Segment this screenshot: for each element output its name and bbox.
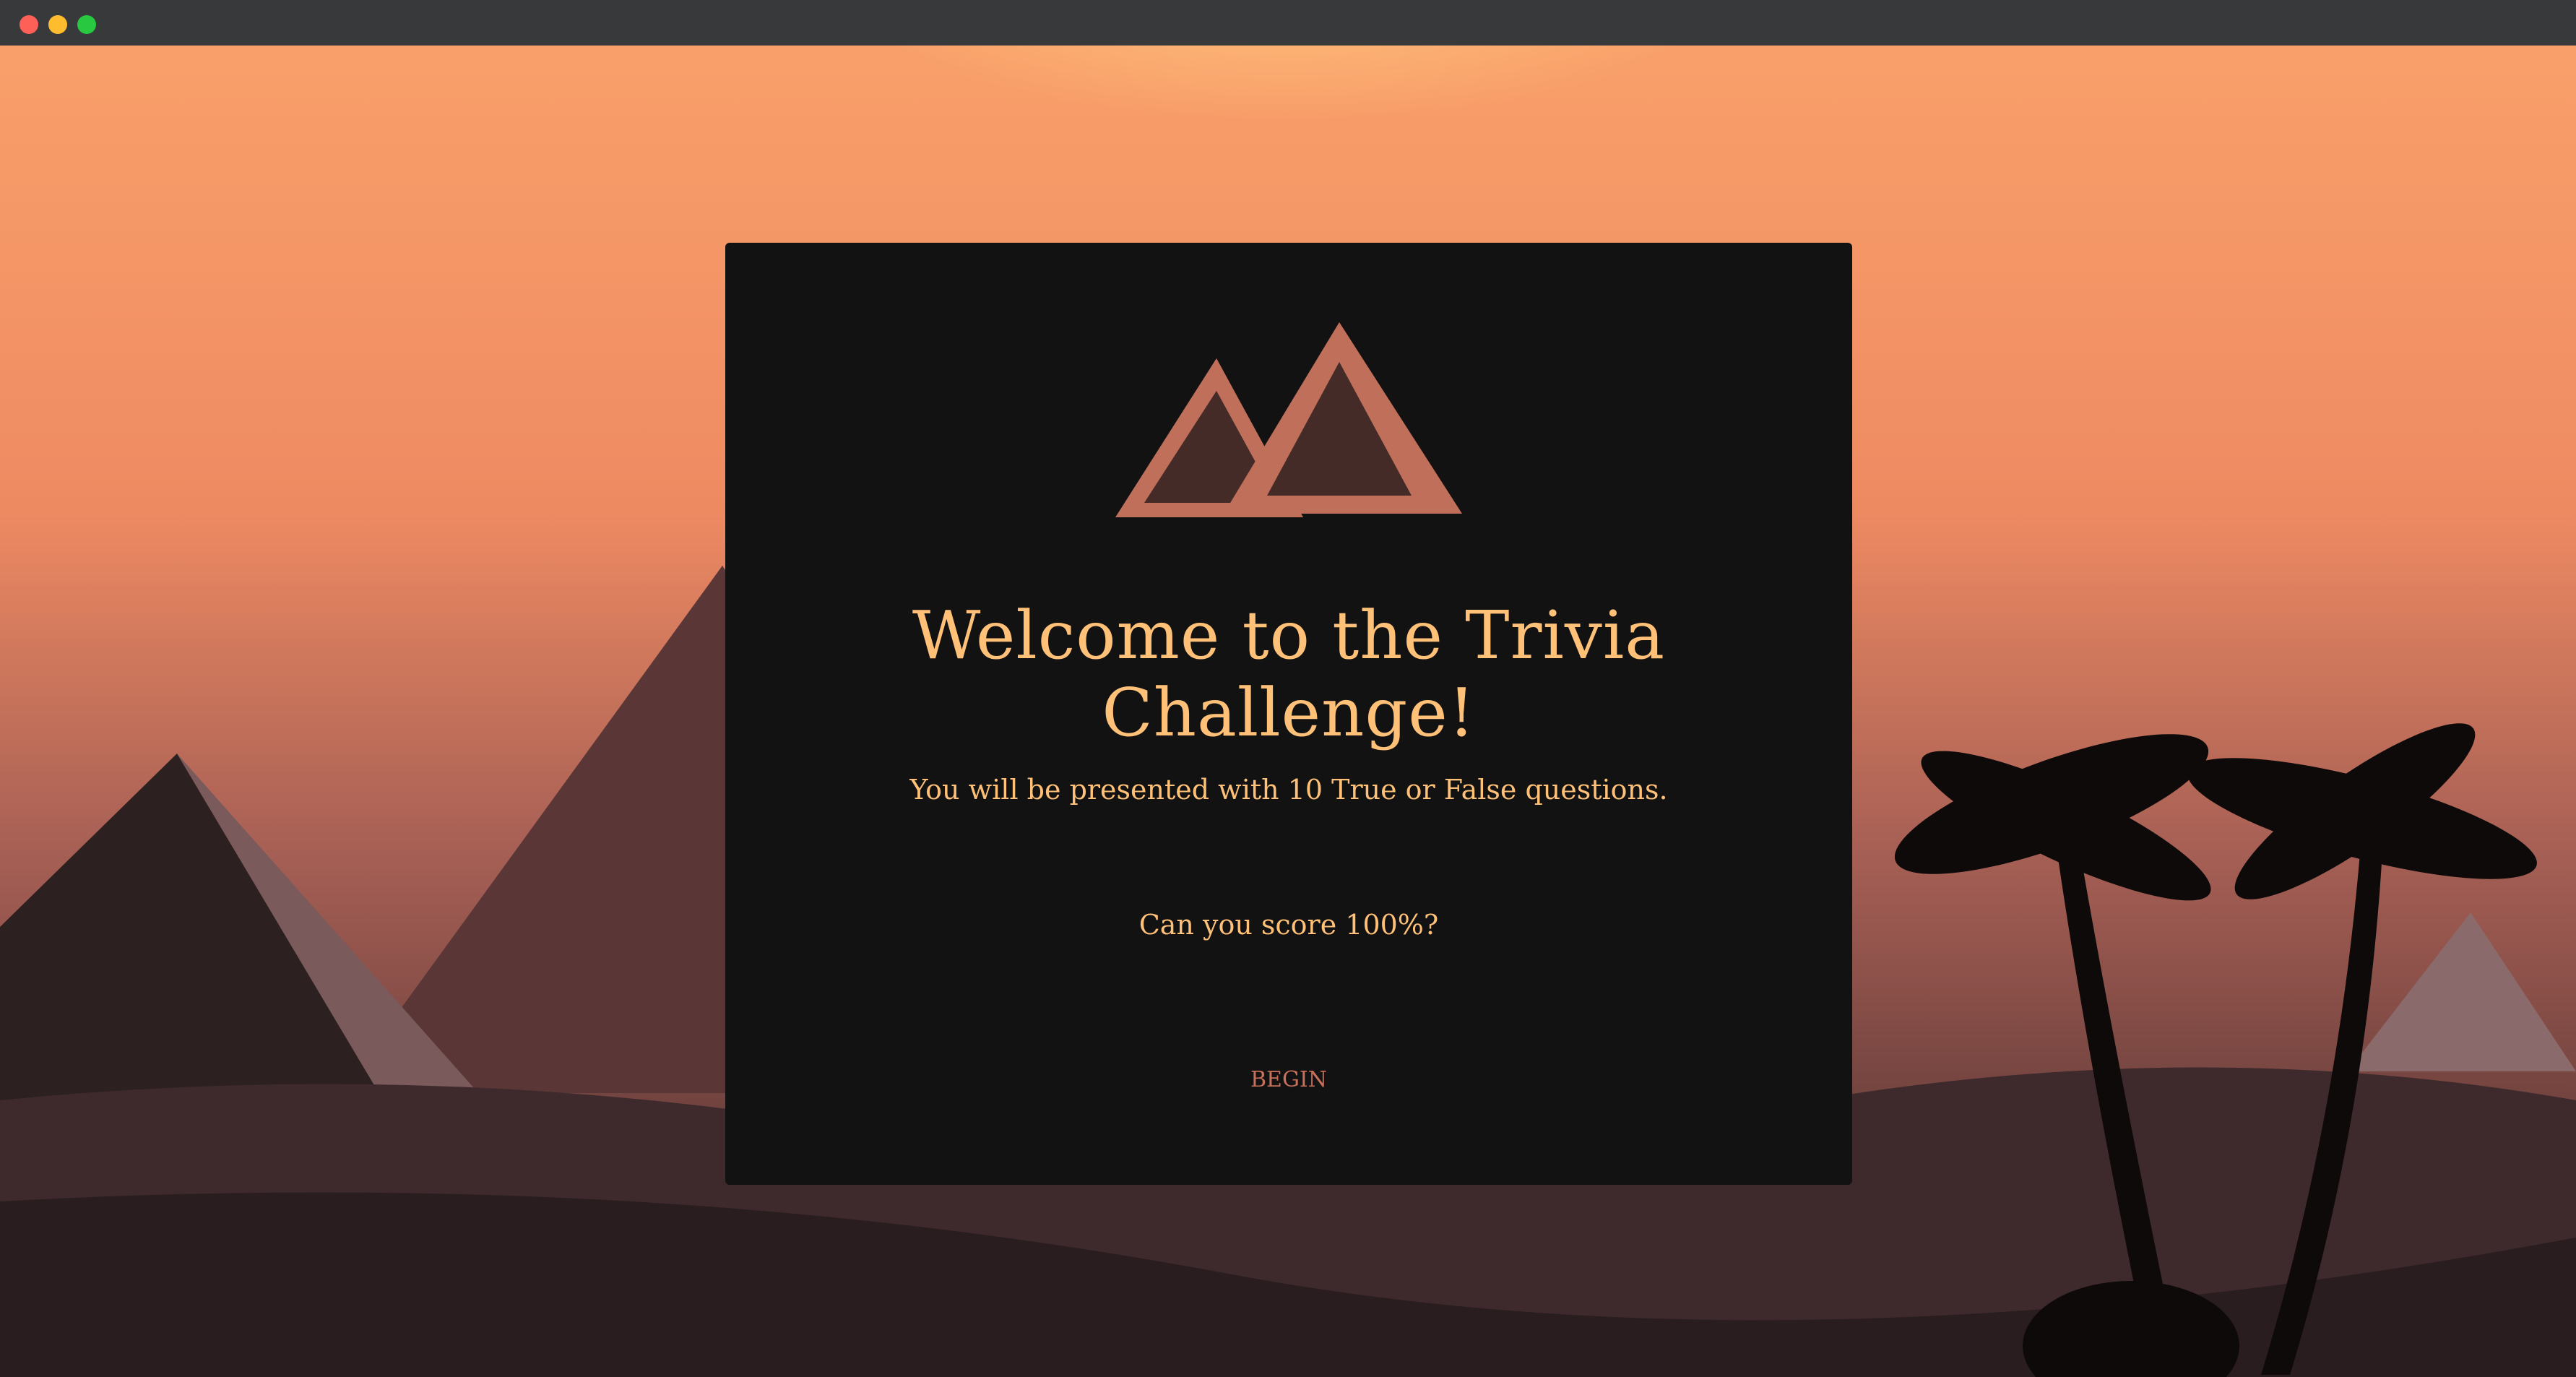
maximize-window-button[interactable] bbox=[77, 15, 96, 34]
challenge-text: Can you score 100%? bbox=[1138, 909, 1439, 941]
window-titlebar bbox=[0, 0, 2576, 46]
page-title: Welcome to the Trivia Challenge! bbox=[912, 597, 1666, 751]
begin-button[interactable]: BEGIN bbox=[1242, 1063, 1336, 1097]
welcome-card: Welcome to the Trivia Challenge! You wil… bbox=[725, 243, 1852, 1185]
description-text: You will be presented with 10 True or Fa… bbox=[909, 774, 1668, 806]
pyramids-logo-icon bbox=[1115, 322, 1462, 517]
minimize-window-button[interactable] bbox=[48, 15, 67, 34]
close-window-button[interactable] bbox=[20, 15, 38, 34]
